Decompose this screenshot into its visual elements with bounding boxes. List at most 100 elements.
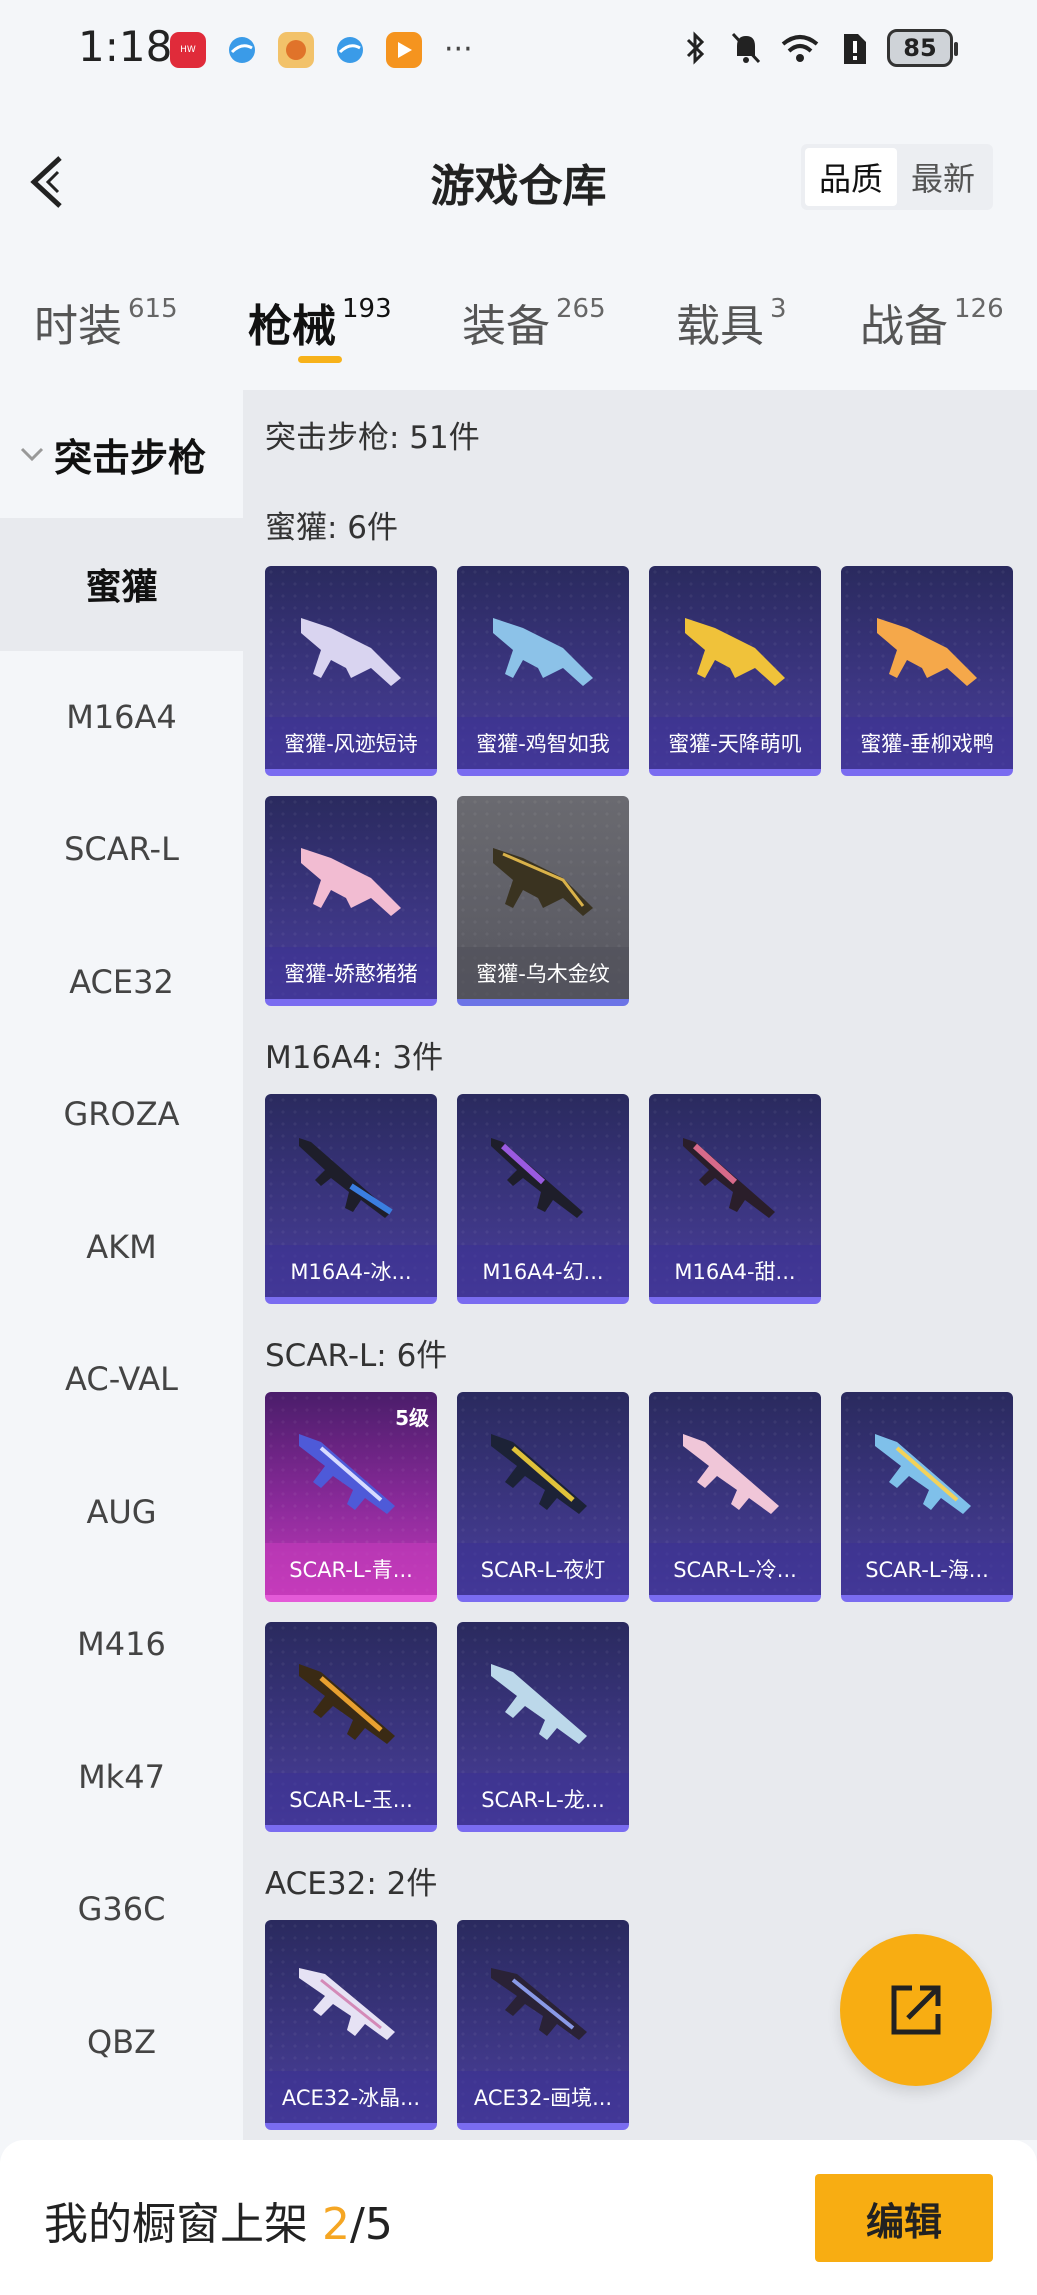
tab-label: 战备: [860, 301, 948, 352]
skin-name: M16A4-幻...: [457, 1245, 629, 1297]
skin-card[interactable]: SCAR-L-夜灯: [457, 1392, 629, 1602]
tab-count: 193: [342, 294, 392, 324]
tab-costume[interactable]: 时装 615: [34, 290, 178, 354]
tab-vehicles[interactable]: 载具 3: [676, 290, 787, 354]
skin-name: SCAR-L-青...: [265, 1543, 437, 1595]
skin-name: ACE32-画境...: [457, 2071, 629, 2123]
skin-card[interactable]: 5级 SCAR-L-青...: [265, 1392, 437, 1602]
tab-label: 枪械: [248, 301, 336, 352]
rifle-icon: [491, 1968, 587, 2040]
skin-card[interactable]: SCAR-L-龙...: [457, 1622, 629, 1832]
skin-card[interactable]: M16A4-幻...: [457, 1094, 629, 1304]
sidebar-category-header[interactable]: 突击步枪: [0, 390, 243, 518]
skin-card[interactable]: ACE32-冰晶...: [265, 1920, 437, 2130]
sidebar-item-scar-l[interactable]: SCAR-L: [0, 783, 243, 916]
skin-name: 蜜獾-风迹短诗: [265, 717, 437, 769]
skin-name: SCAR-L-龙...: [457, 1773, 629, 1825]
bluetooth-icon: [679, 28, 713, 68]
tab-equipment[interactable]: 装备 265: [462, 290, 606, 354]
share-icon: [891, 1985, 941, 2035]
skin-card[interactable]: 蜜獾-乌木金纹: [457, 796, 629, 1006]
sidebar-item-g36c[interactable]: G36C: [0, 1843, 243, 1976]
skin-card[interactable]: 蜜獾-天降萌叽: [649, 566, 821, 776]
rifle-icon: [875, 1434, 971, 1514]
rifle-icon: [301, 848, 401, 916]
share-button[interactable]: [840, 1934, 992, 2086]
sidebar-item-ac-val[interactable]: AC-VAL: [0, 1313, 243, 1446]
rifle-icon: [301, 618, 401, 686]
huawei-app-icon: HW: [170, 32, 206, 68]
section-title: SCAR-L: 6件: [265, 1338, 448, 1374]
sidebar-item-m416[interactable]: M416: [0, 1578, 243, 1711]
skin-card[interactable]: SCAR-L-玉...: [265, 1622, 437, 1832]
sidebar-item-qbz[interactable]: QBZ: [0, 1976, 243, 2109]
inventory-content[interactable]: 突击步枪: 51件 蜜獾: 6件 蜜獾-风迹短诗 蜜獾-鸡智如我 蜜獾-天降萌叽…: [243, 390, 1037, 2140]
sidebar: 突击步枪 蜜獾 M16A4 SCAR-L ACE32 GROZA AKM AC-…: [0, 390, 243, 2140]
more-notifications-icon: ···: [444, 32, 473, 67]
skin-name: SCAR-L-冷...: [649, 1543, 821, 1595]
sort-quality-button[interactable]: 品质: [804, 148, 897, 206]
mute-icon: [729, 28, 763, 68]
battery-indicator: 85: [887, 29, 958, 67]
browser-icon: [224, 32, 260, 68]
tab-guns[interactable]: 枪械 193: [248, 290, 392, 354]
status-bar: 1:18 HW ··· 85: [0, 0, 1037, 100]
tab-label: 时装: [34, 301, 122, 352]
skin-card[interactable]: M16A4-甜...: [649, 1094, 821, 1304]
rifle-icon: [493, 848, 593, 916]
status-time: 1:18: [78, 22, 173, 71]
rifle-icon: [299, 1434, 395, 1514]
sidebar-item-mk47[interactable]: Mk47: [0, 1711, 243, 1844]
category-summary: 突击步枪: 51件: [265, 420, 480, 456]
rifle-icon: [683, 1138, 775, 1218]
skin-name: M16A4-甜...: [649, 1245, 821, 1297]
showcase-current: 2: [322, 2199, 350, 2250]
sidebar-item-ace32[interactable]: ACE32: [0, 916, 243, 1049]
skin-card[interactable]: 蜜獾-娇憨猪猪: [265, 796, 437, 1006]
skin-name: ACE32-冰晶...: [265, 2071, 437, 2123]
skin-card[interactable]: SCAR-L-冷...: [649, 1392, 821, 1602]
rifle-icon: [299, 1664, 395, 1744]
video-app-icon: [386, 32, 422, 68]
rifle-icon: [685, 618, 785, 686]
active-tab-indicator: [298, 356, 342, 363]
skin-card[interactable]: 蜜獾-风迹短诗: [265, 566, 437, 776]
sort-latest-button[interactable]: 最新: [897, 148, 989, 206]
tab-count: 3: [770, 294, 787, 324]
category-tabs: 时装 615 枪械 193 装备 265 载具 3 战备 126: [0, 280, 1037, 390]
sidebar-category-label: 突击步枪: [54, 435, 207, 480]
skin-name: SCAR-L-海...: [841, 1543, 1013, 1595]
chevron-down-icon: [20, 447, 44, 462]
sidebar-item-groza[interactable]: GROZA: [0, 1048, 243, 1181]
rifle-icon: [299, 1968, 395, 2040]
skin-card[interactable]: 蜜獾-垂柳戏鸭: [841, 566, 1013, 776]
skin-name: SCAR-L-夜灯: [457, 1543, 629, 1595]
skin-card[interactable]: ACE32-画境...: [457, 1920, 629, 2130]
skin-name: 蜜獾-乌木金纹: [457, 947, 629, 999]
skin-card[interactable]: 蜜獾-鸡智如我: [457, 566, 629, 776]
sidebar-item-akm[interactable]: AKM: [0, 1181, 243, 1314]
rifle-icon: [491, 1664, 587, 1744]
game-app-icon: [278, 32, 314, 68]
sidebar-item-aug[interactable]: AUG: [0, 1446, 243, 1579]
section-title: ACE32: 2件: [265, 1866, 438, 1902]
showcase-bar: 我的橱窗上架 2/5 编辑: [0, 2140, 1037, 2295]
skin-name: 蜜獾-鸡智如我: [457, 717, 629, 769]
system-icons: 85: [679, 28, 958, 68]
showcase-status: 我的橱窗上架 2/5: [44, 2188, 393, 2252]
tab-count: 126: [954, 294, 1004, 324]
tab-label: 装备: [462, 301, 550, 352]
skin-name: 蜜獾-天降萌叽: [649, 717, 821, 769]
app-header: 游戏仓库 品质 最新: [0, 120, 1037, 240]
edit-button[interactable]: 编辑: [815, 2174, 993, 2262]
rifle-icon: [299, 1138, 393, 1218]
tab-label: 载具: [676, 301, 764, 352]
showcase-label: 我的橱窗上架: [44, 2199, 308, 2250]
skin-card[interactable]: M16A4-冰...: [265, 1094, 437, 1304]
tab-supplies[interactable]: 战备 126: [860, 290, 1004, 354]
section-title: M16A4: 3件: [265, 1040, 444, 1076]
skin-card[interactable]: SCAR-L-海...: [841, 1392, 1013, 1602]
sidebar-item-m16a4[interactable]: M16A4: [0, 651, 243, 784]
rifle-icon: [491, 1138, 583, 1218]
sidebar-item-honey-badger[interactable]: 蜜獾: [0, 518, 243, 651]
